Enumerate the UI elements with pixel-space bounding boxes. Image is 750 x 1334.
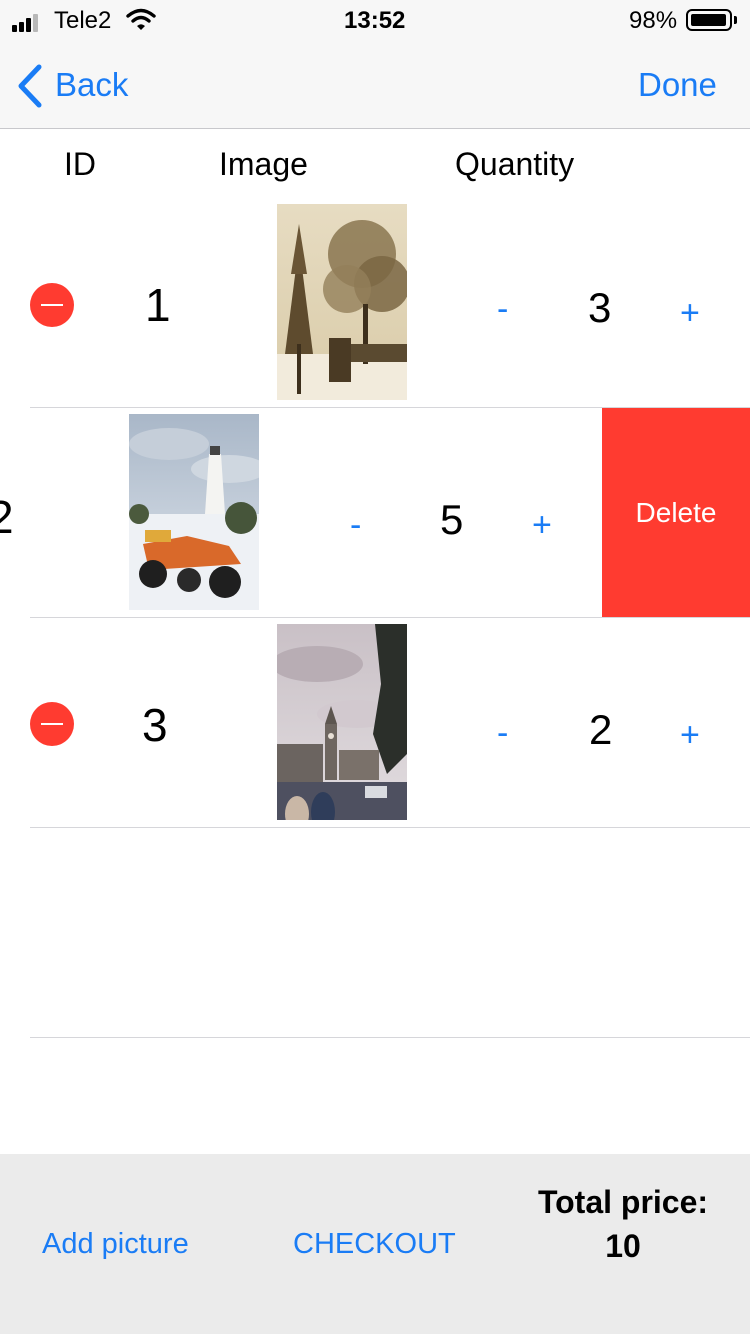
row-id: 2 (0, 491, 14, 543)
delete-toggle-icon[interactable] (30, 283, 74, 327)
header-quantity: Quantity (455, 146, 575, 182)
row-divider (30, 1037, 750, 1038)
total-price-value: 10 (605, 1228, 641, 1264)
row-id: 1 (145, 279, 171, 331)
table-row: 3 - 2 + (0, 618, 750, 827)
header-id: ID (64, 146, 96, 182)
lighthouse-atv-photo (129, 414, 259, 610)
back-button[interactable]: Back (16, 62, 136, 108)
checkout-button[interactable]: CHECKOUT (293, 1228, 456, 1261)
quantity-value: 5 (440, 496, 464, 543)
increment-button[interactable]: + (680, 294, 700, 333)
battery-icon (686, 9, 732, 31)
row-id: 3 (142, 699, 168, 751)
status-bar: Tele2 13:52 98% (0, 0, 750, 40)
table-row: 1 - 3 + (0, 198, 750, 408)
clock-label: 13:52 (344, 7, 406, 34)
quantity-value: 2 (589, 706, 613, 753)
row-divider (30, 827, 750, 828)
total-price-label: Total price: (537, 1184, 709, 1220)
navigation-bar: Back Done (0, 40, 750, 129)
decrement-button[interactable]: - (350, 506, 361, 545)
footer-toolbar: Add picture CHECKOUT Total price: 10 (0, 1154, 750, 1334)
chevron-left-icon (18, 64, 42, 108)
decrement-button[interactable]: - (497, 714, 508, 753)
quantity-value: 3 (588, 284, 612, 331)
wifi-icon (126, 8, 156, 30)
carrier-label: Tele2 (54, 7, 112, 34)
increment-button[interactable]: + (680, 716, 700, 755)
decrement-button[interactable]: - (497, 290, 508, 329)
clock-tower-photo (277, 624, 407, 820)
delete-toggle-icon[interactable] (30, 702, 74, 746)
signal-icon (12, 10, 46, 32)
back-label: Back (55, 66, 129, 103)
add-picture-button[interactable]: Add picture (42, 1228, 189, 1261)
battery-nub (734, 16, 737, 24)
battery-percent: 98% (629, 7, 678, 34)
header-image: Image (219, 146, 308, 182)
delete-button[interactable]: Delete (602, 408, 750, 617)
done-button[interactable]: Done (638, 66, 717, 104)
increment-button[interactable]: + (532, 506, 552, 545)
snowy-trees-photo (277, 204, 407, 400)
